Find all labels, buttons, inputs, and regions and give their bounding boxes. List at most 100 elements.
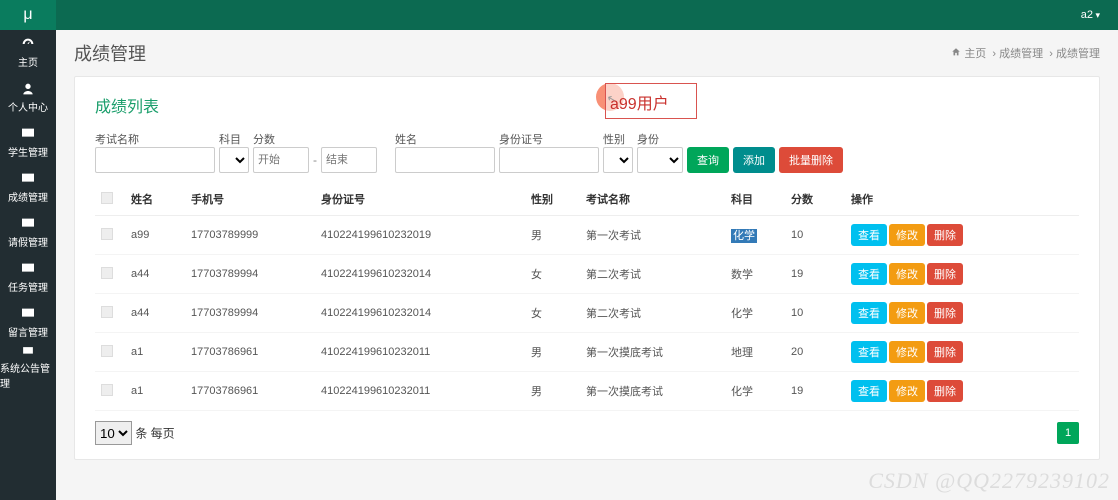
edit-button[interactable]: 修改 [889,380,925,402]
edit-button[interactable]: 修改 [889,224,925,246]
top-bar: μ a2 [0,0,1118,30]
cell-gender: 男 [525,333,580,372]
sidebar-item-label: 主页 [18,54,38,69]
sidebar-item-2[interactable]: 学生管理 [0,120,56,165]
sidebar-item-6[interactable]: 留言管理 [0,300,56,345]
cell-name: a44 [125,255,185,294]
page-1[interactable]: 1 [1057,422,1079,444]
cell-subject: 数学 [725,255,785,294]
score-start-input[interactable] [253,147,309,173]
mon-icon [20,261,36,277]
sidebar-item-1[interactable]: 个人中心 [0,75,56,120]
sidebar-item-0[interactable]: 主页 [0,30,56,75]
sidebar-item-label: 任务管理 [8,279,48,294]
sidebar-item-3[interactable]: 成绩管理 [0,165,56,210]
cell-id: 410224199610232011 [315,372,525,411]
subject-select[interactable] [219,147,249,173]
cell-id: 410224199610232014 [315,294,525,333]
filter-bar: 考试名称 科目 分数 - 姓名 [95,131,1079,173]
delete-button[interactable]: 删除 [927,380,963,402]
score-end-input[interactable] [321,147,377,173]
row-checkbox[interactable] [101,306,113,318]
row-checkbox[interactable] [101,384,113,396]
cell-exam: 第一次摸底考试 [580,372,725,411]
cell-exam: 第二次考试 [580,294,725,333]
exam-name-input[interactable] [95,147,215,173]
cell-name: a1 [125,372,185,411]
sidebar-item-label: 系统公告管理 [0,360,56,390]
cell-gender: 男 [525,372,580,411]
sidebar-item-label: 个人中心 [8,99,48,114]
cell-gender: 女 [525,255,580,294]
view-button[interactable]: 查看 [851,263,887,285]
crumb-last: 成绩管理 [1056,48,1100,60]
delete-button[interactable]: 删除 [927,302,963,324]
delete-button[interactable]: 删除 [927,224,963,246]
th-exam: 考试名称 [580,183,725,216]
crumb-mid[interactable]: 成绩管理 [999,48,1043,60]
cell-phone: 17703786961 [185,372,315,411]
mon-icon [20,345,36,358]
name-input[interactable] [395,147,495,173]
row-checkbox[interactable] [101,228,113,240]
app-logo[interactable]: μ [0,0,56,30]
user-icon [20,81,36,97]
label-score: 分数 [253,131,377,145]
list-panel: 成绩列表 考试名称 科目 分数 - [74,76,1100,460]
cell-subject: 地理 [725,333,785,372]
table-row: a4417703789994410224199610232014女第二次考试数学… [95,255,1079,294]
page-size-select[interactable]: 10 [95,421,132,445]
user-dropdown[interactable]: a2 [1063,9,1118,21]
score-dash: - [309,153,321,167]
idcard-input[interactable] [499,147,599,173]
th-name: 姓名 [125,183,185,216]
cell-exam: 第一次摸底考试 [580,333,725,372]
label-subject: 科目 [219,131,249,145]
row-checkbox[interactable] [101,345,113,357]
table-row: a4417703789994410224199610232014女第二次考试化学… [95,294,1079,333]
view-button[interactable]: 查看 [851,302,887,324]
mon-icon [20,126,36,142]
add-button[interactable]: 添加 [733,147,775,173]
score-table: 姓名 手机号 身份证号 性别 考试名称 科目 分数 操作 a9917703789… [95,183,1079,411]
crumb-home[interactable]: 主页 [964,48,986,60]
panel-title: 成绩列表 [95,93,1079,117]
view-button[interactable]: 查看 [851,380,887,402]
cell-phone: 17703789999 [185,216,315,255]
edit-button[interactable]: 修改 [889,341,925,363]
role-select[interactable] [637,147,683,173]
gender-select[interactable] [603,147,633,173]
cell-score: 10 [785,216,845,255]
cell-subject: 化学 [725,294,785,333]
label-name: 姓名 [395,131,495,145]
sidebar-item-4[interactable]: 请假管理 [0,210,56,255]
cell-name: a1 [125,333,185,372]
sidebar-item-label: 请假管理 [8,234,48,249]
cell-name: a44 [125,294,185,333]
view-button[interactable]: 查看 [851,341,887,363]
cell-id: 410224199610232019 [315,216,525,255]
edit-button[interactable]: 修改 [889,302,925,324]
delete-button[interactable]: 删除 [927,263,963,285]
cell-gender: 男 [525,216,580,255]
cell-id: 410224199610232011 [315,333,525,372]
sidebar-item-7[interactable]: 系统公告管理 [0,345,56,390]
sidebar-item-5[interactable]: 任务管理 [0,255,56,300]
home-icon [951,47,961,57]
edit-button[interactable]: 修改 [889,263,925,285]
select-all-checkbox[interactable] [101,192,113,204]
row-checkbox[interactable] [101,267,113,279]
label-exam: 考试名称 [95,131,215,145]
page-title: 成绩管理 [74,40,146,66]
dash-icon [20,36,36,52]
cell-score: 19 [785,372,845,411]
delete-button[interactable]: 删除 [927,341,963,363]
cell-phone: 17703786961 [185,333,315,372]
table-row: a117703786961410224199610232011男第一次摸底考试化… [95,372,1079,411]
view-button[interactable]: 查看 [851,224,887,246]
cell-score: 19 [785,255,845,294]
mon-icon [20,171,36,187]
query-button[interactable]: 查询 [687,147,729,173]
batch-delete-button[interactable]: 批量删除 [779,147,843,173]
cell-exam: 第一次考试 [580,216,725,255]
